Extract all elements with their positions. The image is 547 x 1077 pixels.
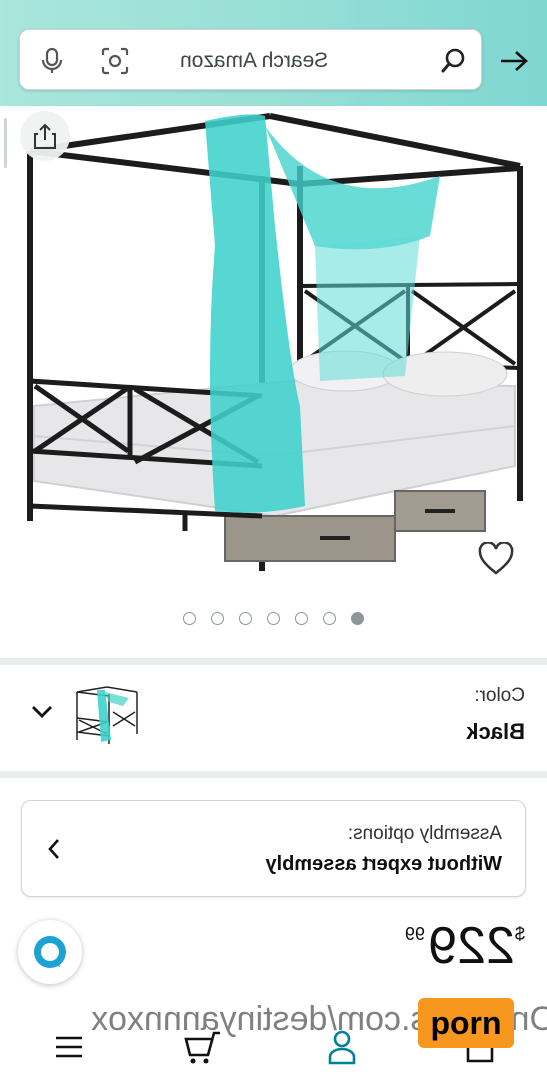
pagination-dot[interactable] — [267, 612, 280, 625]
search-input[interactable]: Search Amazon — [19, 29, 482, 90]
price: $ 229 99 — [385, 917, 525, 978]
heart-icon[interactable] — [478, 542, 514, 576]
assembly-options-selector[interactable]: Assembly options: Without expert assembl… — [21, 800, 526, 897]
chevron-down-icon[interactable] — [30, 703, 54, 721]
camera-scan-icon[interactable] — [100, 46, 130, 76]
image-pagination-dots[interactable] — [183, 612, 364, 628]
pagination-dot[interactable] — [323, 612, 336, 625]
assembly-label: Assembly options: — [347, 823, 502, 844]
pagination-dot[interactable] — [239, 612, 252, 625]
section-divider — [0, 771, 547, 778]
scroll-indicator — [4, 118, 7, 168]
product-image-gallery[interactable] — [0, 106, 547, 658]
assembly-value: Without expert assembly — [265, 853, 502, 875]
color-label: Color: — [474, 685, 525, 706]
pagination-dot[interactable] — [295, 612, 308, 625]
arrow-right-icon[interactable] — [498, 46, 530, 76]
share-button[interactable] — [20, 111, 70, 161]
header-bar: Search Amazon — [0, 0, 547, 106]
color-value: Black — [466, 719, 525, 744]
chevron-left-icon[interactable] — [46, 837, 62, 861]
alexa-icon — [34, 936, 66, 968]
search-placeholder: Search Amazon — [180, 49, 329, 72]
price-currency: $ — [514, 924, 525, 944]
pagination-dot[interactable] — [183, 612, 196, 625]
microphone-icon[interactable] — [37, 46, 67, 76]
pagination-dot-active[interactable] — [351, 612, 364, 625]
alexa-button[interactable] — [18, 920, 82, 984]
price-whole: 229 — [428, 917, 515, 975]
search-icon[interactable] — [440, 47, 468, 75]
price-fraction: 99 — [404, 924, 425, 944]
color-swatch-thumbnail[interactable] — [71, 684, 143, 746]
share-icon — [34, 123, 56, 149]
watermark-badge: porn — [418, 998, 514, 1048]
pagination-dot[interactable] — [211, 612, 224, 625]
section-divider — [0, 658, 547, 665]
product-image[interactable] — [0, 106, 547, 606]
